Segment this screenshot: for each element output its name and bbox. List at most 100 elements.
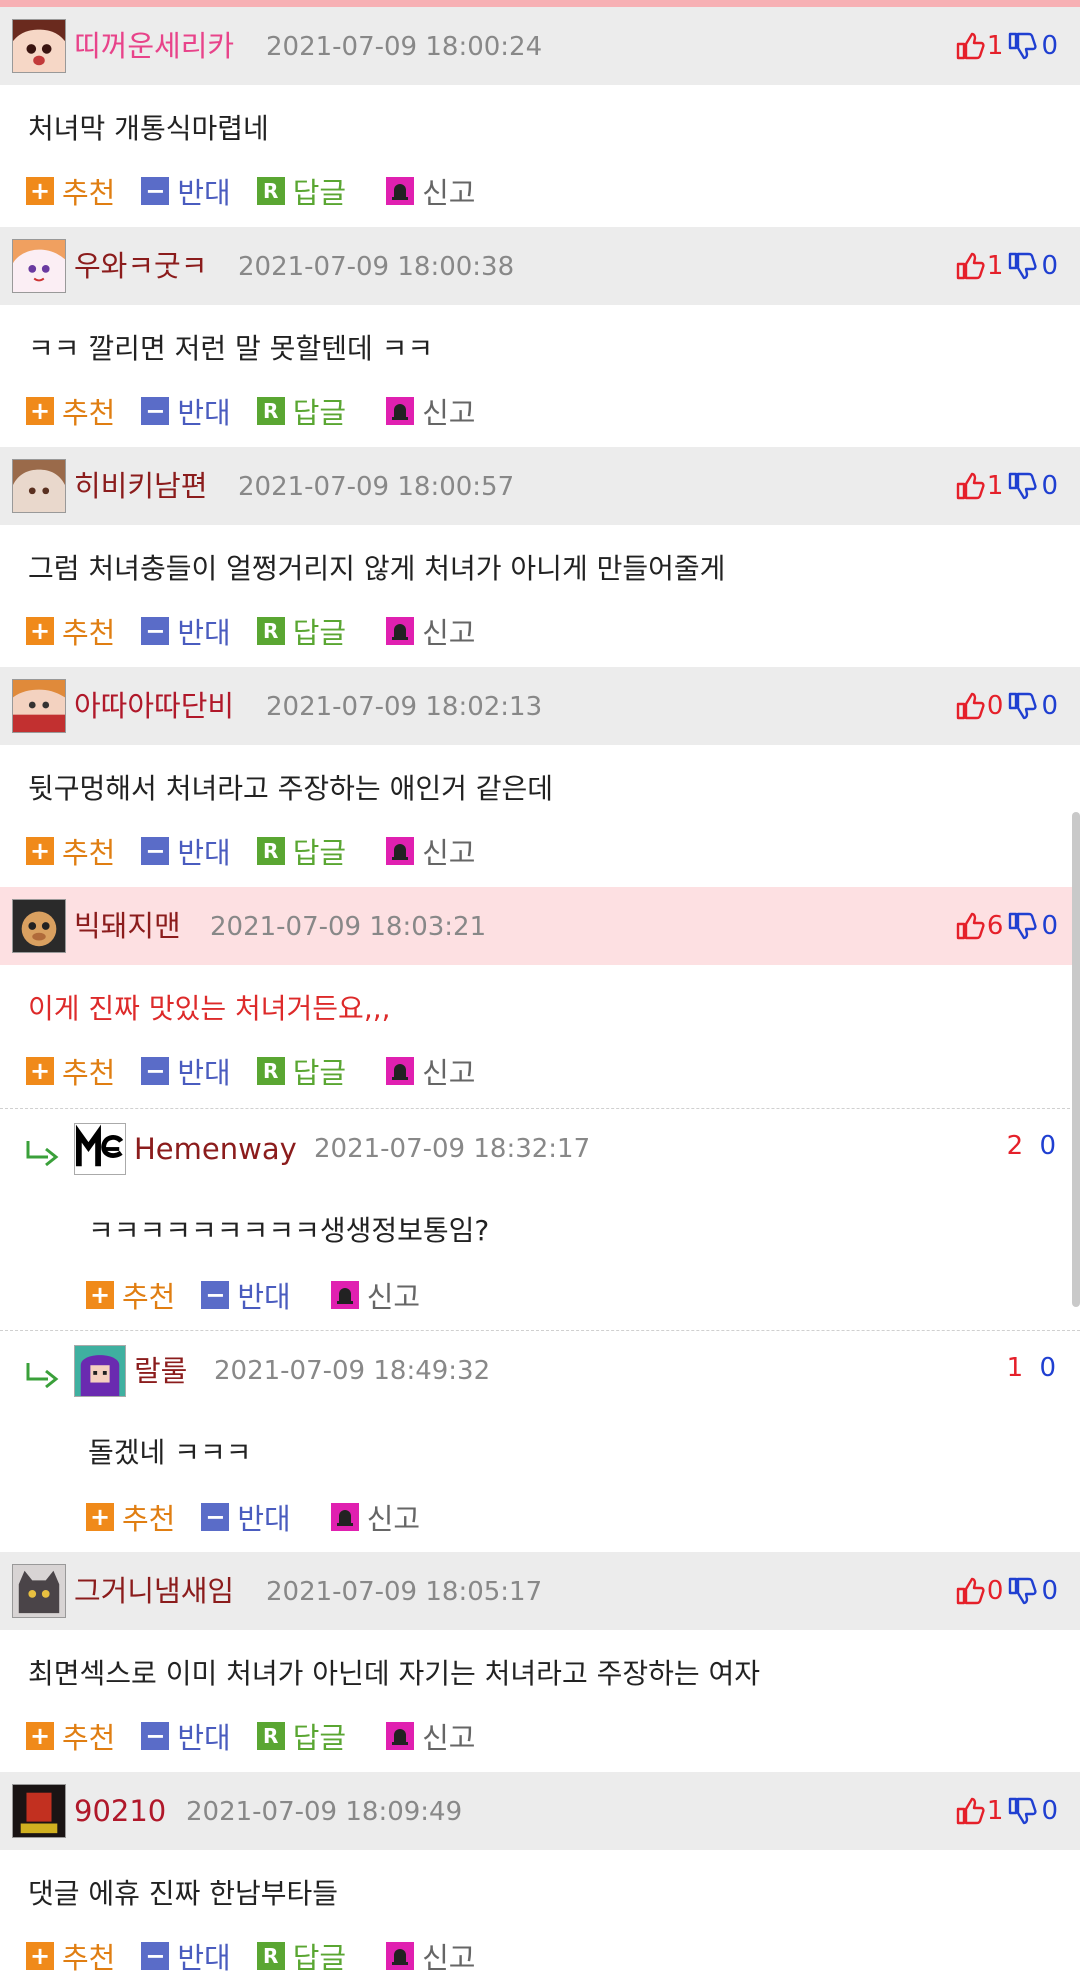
comment-actions: + 추천 − 반대 R 답글 신고	[26, 170, 502, 212]
report-button[interactable]: 신고	[386, 830, 476, 872]
reply-button[interactable]: R 답글	[256, 610, 346, 652]
thumbs-up-icon[interactable]	[955, 31, 985, 61]
reply-nick[interactable]: 랄룰	[134, 1331, 187, 1411]
reply-actions: + 추천 − 반대 신고	[86, 1496, 446, 1538]
reply-arrow-icon	[26, 1363, 59, 1389]
recommend-button[interactable]: + 추천	[86, 1496, 175, 1538]
oppose-button[interactable]: − 반대	[141, 1050, 231, 1092]
comment-item: 히비키남편 2021-07-09 18:00:57 1 0 그럼 처녀충들이 얼…	[0, 447, 1080, 650]
thumbs-down-icon[interactable]	[1007, 471, 1038, 501]
thumbs-up-icon[interactable]	[955, 1576, 985, 1606]
thumbs-down-icon[interactable]	[1007, 691, 1038, 721]
thumbs-up-icon[interactable]	[955, 691, 985, 721]
siren-icon	[330, 1503, 359, 1531]
comment-date: 2021-07-09 18:02:13	[266, 692, 543, 722]
thumbs-up-icon[interactable]	[955, 911, 985, 941]
recommend-button[interactable]: + 추천	[26, 830, 115, 872]
avatar[interactable]	[12, 459, 66, 513]
comment-text: ㅋㅋ 깔리면 저런 말 못할텐데 ㅋㅋ	[28, 332, 434, 365]
comment-item: 빅돼지맨 2021-07-09 18:03:21 6 0 이게 진짜 맛있는 처…	[0, 887, 1080, 1090]
oppose-button[interactable]: − 반대	[141, 610, 231, 652]
oppose-button[interactable]: − 반대	[141, 1935, 231, 1977]
siren-icon	[386, 837, 415, 865]
reply-icon: R	[256, 1722, 285, 1750]
comment-nick[interactable]: 그거니냄새임	[74, 1552, 234, 1630]
reply-button[interactable]: R 답글	[256, 1050, 346, 1092]
avatar[interactable]	[12, 899, 66, 953]
comment-item: 90210 2021-07-09 18:09:49 1 0 댓글 에휴 진짜 한…	[0, 1772, 1080, 1975]
reply-button[interactable]: R 답글	[256, 1715, 346, 1757]
minus-icon: −	[201, 1281, 230, 1309]
report-button[interactable]: 신고	[386, 390, 476, 432]
avatar[interactable]	[12, 1784, 66, 1838]
upvote-count: 0	[986, 691, 1004, 721]
report-button[interactable]: 신고	[386, 1935, 476, 1977]
recommend-button[interactable]: + 추천	[26, 1715, 115, 1757]
thumbs-down-icon[interactable]	[1007, 251, 1038, 281]
plus-icon: +	[26, 1942, 54, 1970]
report-button[interactable]: 신고	[386, 170, 476, 212]
avatar[interactable]	[12, 679, 66, 733]
thumbs-up-icon[interactable]	[955, 471, 985, 501]
oppose-button[interactable]: − 반대	[141, 1715, 231, 1757]
oppose-button[interactable]: − 반대	[201, 1496, 291, 1538]
plus-icon: +	[26, 1722, 54, 1750]
reply-button[interactable]: R 답글	[256, 1935, 346, 1977]
thumbs-down-icon[interactable]	[1007, 1576, 1038, 1606]
report-button[interactable]: 신고	[386, 1715, 476, 1757]
thumbs-up-icon[interactable]	[955, 1796, 985, 1826]
comment-nick[interactable]: 히비키남편	[74, 447, 207, 525]
recommend-button[interactable]: + 추천	[26, 1050, 115, 1092]
scrollbar[interactable]	[1072, 812, 1080, 1307]
reply-nick[interactable]: Hemenway	[134, 1109, 297, 1189]
comment-nick[interactable]: 띠꺼운세리카	[74, 7, 234, 85]
minus-icon: −	[201, 1503, 230, 1531]
comment-nick[interactable]: 아따아따단비	[74, 667, 234, 745]
comment-text: 댓글 에휴 진짜 한남부타들	[28, 1877, 339, 1910]
comment-date: 2021-07-09 18:00:24	[266, 32, 543, 62]
recommend-button[interactable]: + 추천	[26, 610, 115, 652]
avatar[interactable]	[74, 1345, 126, 1397]
thumbs-down-icon[interactable]	[1007, 31, 1038, 61]
oppose-button[interactable]: − 반대	[201, 1274, 291, 1316]
thumbs-up-icon[interactable]	[955, 251, 985, 281]
comment-text: 뒷구멍해서 처녀라고 주장하는 애인거 같은데	[28, 772, 554, 805]
reply-date: 2021-07-09 18:32:17	[314, 1134, 591, 1164]
vote-counts: 1 0	[955, 1794, 1058, 1828]
avatar[interactable]	[12, 239, 66, 293]
report-button[interactable]: 신고	[330, 1496, 420, 1538]
comment-header: 히비키남편 2021-07-09 18:00:57 1 0	[0, 447, 1080, 525]
thumbs-down-icon[interactable]	[1007, 1796, 1038, 1826]
recommend-button[interactable]: + 추천	[26, 170, 115, 212]
upvote-count: 1	[986, 471, 1004, 501]
recommend-button[interactable]: + 추천	[86, 1274, 175, 1316]
avatar[interactable]	[12, 19, 66, 73]
avatar[interactable]	[12, 1564, 66, 1618]
report-button[interactable]: 신고	[386, 610, 476, 652]
upvote-count: 0	[986, 1576, 1004, 1606]
recommend-button[interactable]: + 추천	[26, 1935, 115, 1977]
vote-counts: 1 0	[955, 29, 1058, 63]
recommend-button[interactable]: + 추천	[26, 390, 115, 432]
report-button[interactable]: 신고	[330, 1274, 420, 1316]
oppose-button[interactable]: − 반대	[141, 170, 231, 212]
comment-header: 빅돼지맨 2021-07-09 18:03:21 6 0	[0, 887, 1080, 965]
comment-nick[interactable]: 빅돼지맨	[74, 887, 181, 965]
reply-button[interactable]: R 답글	[256, 170, 346, 212]
reply-button[interactable]: R 답글	[256, 830, 346, 872]
siren-icon	[386, 1722, 415, 1750]
report-button[interactable]: 신고	[386, 1050, 476, 1092]
comment-nick[interactable]: 우와ㅋ굿ㅋ	[74, 227, 207, 305]
plus-icon: +	[26, 397, 54, 425]
upvote-count: 2	[1006, 1131, 1024, 1161]
reply-icon: R	[256, 837, 285, 865]
reply-button[interactable]: R 답글	[256, 390, 346, 432]
comment-nick[interactable]: 90210	[74, 1772, 166, 1850]
thumbs-down-icon[interactable]	[1007, 911, 1038, 941]
avatar[interactable]	[74, 1123, 126, 1175]
downvote-count: 0	[1041, 691, 1058, 721]
reply-text: 돌겠네 ㅋㅋㅋ	[88, 1436, 252, 1469]
comment-text: 그럼 처녀충들이 얼쩡거리지 않게 처녀가 아니게 만들어줄게	[28, 552, 726, 585]
oppose-button[interactable]: − 반대	[141, 390, 231, 432]
oppose-button[interactable]: − 반대	[141, 830, 231, 872]
